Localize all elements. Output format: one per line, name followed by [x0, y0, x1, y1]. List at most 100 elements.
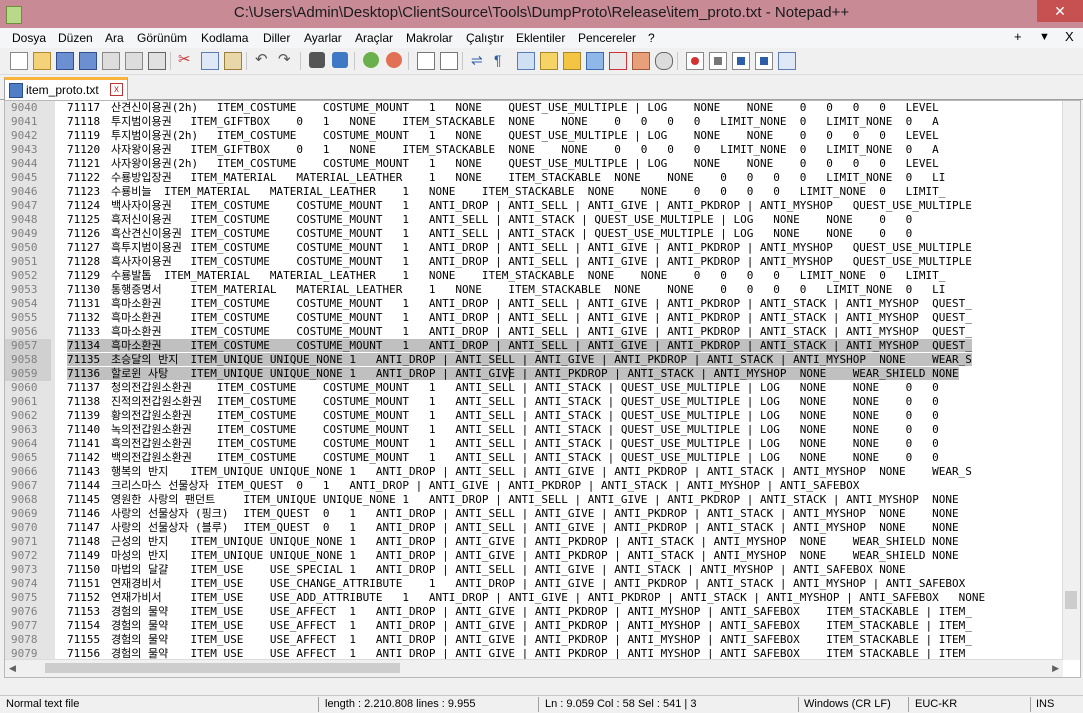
- scroll-left-arrow-icon[interactable]: ◀: [9, 663, 16, 674]
- line-text[interactable]: 71125 흑저신이용권 ITEM_COSTUME COSTUME_MOUNT …: [67, 213, 912, 226]
- text-line[interactable]: 9058 71135 초승달의 반지 ITEM_UNIQUE UNIQUE_NON…: [5, 353, 1063, 367]
- undo-icon[interactable]: ↶: [255, 52, 271, 68]
- menu-ara[interactable]: Ara: [105, 31, 124, 45]
- text-line[interactable]: 9054 71131 흑마소환권 ITEM_COSTUME COSTUME_MOU…: [5, 297, 1063, 311]
- text-line[interactable]: 9060 71137 청의전갑원소환권 ITEM_COSTUME COSTUME_…: [5, 381, 1063, 395]
- tab-close-icon[interactable]: x: [110, 83, 123, 96]
- text-line[interactable]: 9076 71153 경험의 물약 ITEM_USE USE_AFFECT 1 A…: [5, 605, 1063, 619]
- menu-eklentiler[interactable]: Eklentiler: [516, 31, 565, 45]
- line-text[interactable]: 71130 통행증명서 ITEM_MATERIAL MATERIAL_LEATH…: [67, 283, 945, 296]
- sync-vertical-icon[interactable]: [417, 52, 435, 70]
- text-line[interactable]: 9075 71152 연재가비서 ITEM_USE USE_ADD_ATTRIBU…: [5, 591, 1063, 605]
- menu-diller[interactable]: Diller: [263, 31, 290, 45]
- line-text[interactable]: 71135 초승달의 반지 ITEM_UNIQUE UNIQUE_NONE 1 …: [67, 353, 972, 366]
- text-line[interactable]: 9072 71149 마성의 반지 ITEM_UNIQUE UNIQUE_NONE…: [5, 549, 1063, 563]
- close-file-icon[interactable]: [102, 52, 120, 70]
- find-icon[interactable]: [309, 52, 325, 68]
- line-text[interactable]: 71136 할로윈 사탕 ITEM_UNIQUE UNIQUE_NONE 1 A…: [67, 367, 959, 380]
- text-line[interactable]: 9046 71123 수룡비늘 ITEM_MATERIAL MATERIAL_LE…: [5, 185, 1063, 199]
- text-line[interactable]: 9073 71150 마법의 달걀 ITEM_USE USE_SPECIAL 1 …: [5, 563, 1063, 577]
- menu-makrolar[interactable]: Makrolar: [406, 31, 453, 45]
- indent-guide-icon[interactable]: [517, 52, 535, 70]
- line-text[interactable]: 71131 흑마소환권 ITEM_COSTUME COSTUME_MOUNT 1…: [67, 297, 972, 310]
- line-text[interactable]: 71126 흑산견신이용권 ITEM_COSTUME COSTUME_MOUNT…: [67, 227, 912, 240]
- line-text[interactable]: 71124 백사자이용권 ITEM_COSTUME COSTUME_MOUNT …: [67, 199, 972, 212]
- line-text[interactable]: 71143 행복의 반지 ITEM_UNIQUE UNIQUE_NONE 1 A…: [67, 465, 972, 478]
- text-line[interactable]: 9049 71126 흑산견신이용권 ITEM_COSTUME COSTUME_M…: [5, 227, 1063, 241]
- menu-pencereler[interactable]: Pencereler: [578, 31, 636, 45]
- save-all-icon[interactable]: [79, 52, 97, 70]
- menu-kodlama[interactable]: Kodlama: [201, 31, 248, 45]
- line-text[interactable]: 71155 경험의 물약 ITEM_USE USE_AFFECT 1 ANTI_…: [67, 633, 972, 646]
- text-line[interactable]: 9041 71118 투지범이용권 ITEM_GIFTBOX 0 1 NONE I…: [5, 115, 1063, 129]
- line-text[interactable]: 71146 사랑의 선물상자 (핑크) ITEM_QUEST 0 1 ANTI_…: [67, 507, 959, 520]
- print-icon[interactable]: [148, 52, 166, 70]
- open-file-icon[interactable]: [33, 52, 51, 70]
- tab-list-dropdown-button[interactable]: ▼: [1039, 31, 1050, 43]
- vertical-scroll-thumb[interactable]: [1065, 591, 1077, 609]
- line-text[interactable]: 71154 경험의 물약 ITEM_USE USE_AFFECT 1 ANTI_…: [67, 619, 972, 632]
- text-line[interactable]: 9061 71138 진적의전갑원소환권 ITEM_COSTUME COSTUME…: [5, 395, 1063, 409]
- save-icon[interactable]: [56, 52, 74, 70]
- text-line[interactable]: 9052 71129 수룡발톱 ITEM_MATERIAL MATERIAL_LE…: [5, 269, 1063, 283]
- cut-icon[interactable]: ✂: [178, 52, 194, 68]
- line-text[interactable]: 71132 흑마소환권 ITEM_COSTUME COSTUME_MOUNT 1…: [67, 311, 972, 324]
- macro-record-icon[interactable]: [686, 52, 704, 70]
- text-line[interactable]: 9078 71155 경험의 물약 ITEM_USE USE_AFFECT 1 A…: [5, 633, 1063, 647]
- line-text[interactable]: 71120 사자왕이용권 ITEM_GIFTBOX 0 1 NONE ITEM_…: [67, 143, 939, 156]
- line-text[interactable]: 71148 근성의 반지 ITEM_UNIQUE UNIQUE_NONE 1 A…: [67, 535, 959, 548]
- text-line[interactable]: 9065 71142 백의전갑원소환권 ITEM_COSTUME COSTUME_…: [5, 451, 1063, 465]
- menu-duzen[interactable]: Düzen: [58, 31, 93, 45]
- text-line[interactable]: 9064 71141 흑의전갑원소환권 ITEM_COSTUME COSTUME_…: [5, 437, 1063, 451]
- line-text[interactable]: 71153 경험의 물약 ITEM_USE USE_AFFECT 1 ANTI_…: [67, 605, 972, 618]
- text-line[interactable]: 9057 71134 흑마소환권 ITEM_COSTUME COSTUME_MOU…: [5, 339, 1063, 353]
- line-text[interactable]: 71119 투지범이용권(2h) ITEM_COSTUME COSTUME_MO…: [67, 129, 939, 142]
- folder-as-workspace-icon[interactable]: [609, 52, 627, 70]
- text-line[interactable]: 9077 71154 경험의 물약 ITEM_USE USE_AFFECT 1 A…: [5, 619, 1063, 633]
- line-text[interactable]: 71151 연재경비서 ITEM_USE USE_CHANGE_ATTRIBUT…: [67, 577, 965, 590]
- window-close-button[interactable]: ✕: [1037, 0, 1083, 22]
- line-text[interactable]: 71144 크리스마스 선물상자 ITEM_QUEST 0 1 ANTI_DRO…: [67, 479, 859, 492]
- horizontal-scroll-thumb[interactable]: [45, 663, 400, 673]
- line-text[interactable]: 71117 산견신이용권(2h) ITEM_COSTUME COSTUME_MO…: [67, 101, 939, 114]
- macro-run-multiple-icon[interactable]: [755, 52, 773, 70]
- text-lines[interactable]: 9040 71117 산견신이용권(2h) ITEM_COSTUME COSTUM…: [5, 101, 1063, 675]
- sync-horizontal-icon[interactable]: [440, 52, 458, 70]
- text-line[interactable]: 9070 71147 사랑의 선물상자 (블루) ITEM_QUEST 0 1 A…: [5, 521, 1063, 535]
- line-text[interactable]: 71123 수룡비늘 ITEM_MATERIAL MATERIAL_LEATHE…: [67, 185, 945, 198]
- line-text[interactable]: 71127 흑투지범이용권 ITEM_COSTUME COSTUME_MOUNT…: [67, 241, 972, 254]
- new-tab-plus-button[interactable]: +: [1014, 29, 1022, 44]
- menu-araclar[interactable]: Araçlar: [355, 31, 393, 45]
- line-text[interactable]: 71138 진적의전갑원소환권 ITEM_COSTUME COSTUME_MOU…: [67, 395, 939, 408]
- macro-play-icon[interactable]: [732, 52, 750, 70]
- paste-icon[interactable]: [224, 52, 242, 70]
- editor-area[interactable]: 9040 71117 산견신이용권(2h) ITEM_COSTUME COSTUM…: [4, 100, 1081, 678]
- text-line[interactable]: 9045 71122 수룡방입장권 ITEM_MATERIAL MATERIAL_…: [5, 171, 1063, 185]
- text-line[interactable]: 9063 71140 녹의전갑원소환권 ITEM_COSTUME COSTUME_…: [5, 423, 1063, 437]
- document-map-icon[interactable]: [563, 52, 581, 70]
- text-line[interactable]: 9048 71125 흑저신이용권 ITEM_COSTUME COSTUME_MO…: [5, 213, 1063, 227]
- line-text[interactable]: 71140 녹의전갑원소환권 ITEM_COSTUME COSTUME_MOUN…: [67, 423, 939, 436]
- zoom-in-icon[interactable]: [363, 52, 379, 68]
- text-line[interactable]: 9040 71117 산견신이용권(2h) ITEM_COSTUME COSTUM…: [5, 101, 1063, 115]
- menu-ayarlar[interactable]: Ayarlar: [304, 31, 342, 45]
- line-text[interactable]: 71118 투지범이용권 ITEM_GIFTBOX 0 1 NONE ITEM_…: [67, 115, 939, 128]
- line-text[interactable]: 71134 흑마소환권 ITEM_COSTUME COSTUME_MOUNT 1…: [67, 339, 972, 352]
- line-text[interactable]: 71133 흑마소환권 ITEM_COSTUME COSTUME_MOUNT 1…: [67, 325, 972, 338]
- tab-item-proto[interactable]: item_proto.txt x: [4, 77, 128, 102]
- line-text[interactable]: 71141 흑의전갑원소환권 ITEM_COSTUME COSTUME_MOUN…: [67, 437, 939, 450]
- text-line[interactable]: 9044 71121 사자왕이용권(2h) ITEM_COSTUME COSTUM…: [5, 157, 1063, 171]
- title-bar[interactable]: C:\Users\Admin\Desktop\ClientSource\Tool…: [0, 0, 1083, 28]
- scroll-right-arrow-icon[interactable]: ▶: [1052, 663, 1059, 674]
- text-line[interactable]: 9053 71130 통행증명서 ITEM_MATERIAL MATERIAL_L…: [5, 283, 1063, 297]
- close-document-button[interactable]: X: [1065, 29, 1074, 44]
- text-line[interactable]: 9043 71120 사자왕이용권 ITEM_GIFTBOX 0 1 NONE I…: [5, 143, 1063, 157]
- view-icon[interactable]: [655, 52, 673, 70]
- horizontal-scrollbar[interactable]: ◀ ▶: [5, 659, 1063, 677]
- user-defined-language-icon[interactable]: [540, 52, 558, 70]
- text-line[interactable]: 9047 71124 백사자이용권 ITEM_COSTUME COSTUME_MO…: [5, 199, 1063, 213]
- copy-icon[interactable]: [201, 52, 219, 70]
- menu-gorunum[interactable]: Görünüm: [137, 31, 187, 45]
- macro-save-icon[interactable]: [778, 52, 796, 70]
- show-all-characters-icon[interactable]: ¶: [494, 52, 510, 68]
